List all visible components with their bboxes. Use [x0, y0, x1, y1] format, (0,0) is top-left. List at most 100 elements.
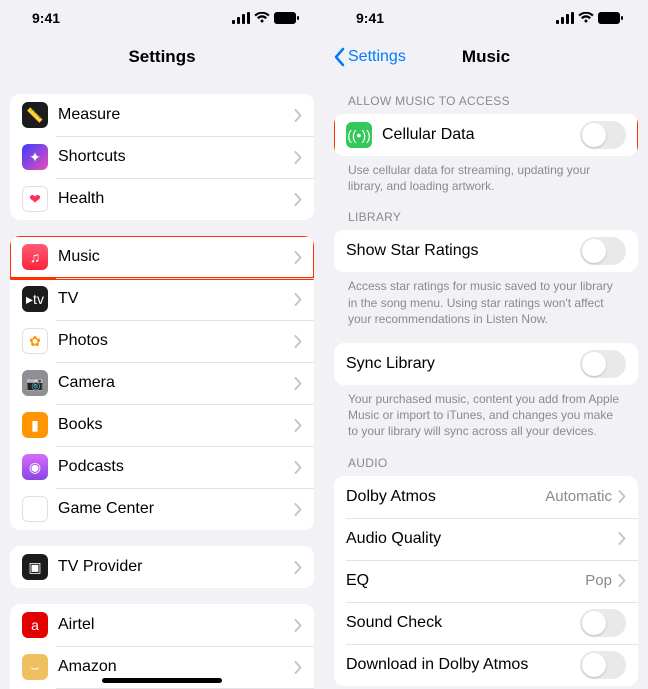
section-header: LIBRARY — [334, 210, 638, 230]
settings-row-camera[interactable]: 📷Camera — [10, 362, 314, 404]
settings-row-tvprovider[interactable]: ▣ TV Provider — [10, 546, 314, 588]
row-label: Health — [58, 190, 294, 208]
toggle-switch[interactable] — [580, 609, 626, 637]
shortcuts-icon: ✦ — [22, 144, 48, 170]
health-icon: ❤︎ — [22, 186, 48, 212]
chevron-right-icon — [294, 193, 302, 206]
row-label: Cellular Data — [382, 126, 580, 144]
status-indicators — [556, 12, 624, 24]
chevron-right-icon — [294, 251, 302, 264]
navbar-settings: Settings — [0, 36, 324, 78]
status-time: 9:41 — [356, 10, 384, 26]
chevron-right-icon — [618, 490, 626, 503]
battery-icon — [274, 12, 300, 24]
music-row-dolby[interactable]: Dolby AtmosAutomatic — [334, 476, 638, 518]
measure-icon: 📏 — [22, 102, 48, 128]
phone-settings: 9:41 Settings 📏 Measure ✦ Shortcuts ❤︎ Health… — [0, 0, 324, 689]
music-row-sc[interactable]: Sound Check — [334, 602, 638, 644]
chevron-left-icon — [332, 47, 346, 67]
row-label: Dolby Atmos — [346, 488, 545, 506]
settings-row-books[interactable]: ▮Books — [10, 404, 314, 446]
row-label: TV — [58, 290, 294, 308]
toggle-switch[interactable] — [580, 350, 626, 378]
tvprovider-icon: ▣ — [22, 554, 48, 580]
settings-row-podcasts[interactable]: ◉ Podcasts — [10, 446, 314, 488]
amazon-icon: ⌣ — [22, 654, 48, 680]
navbar-music: Settings Music — [324, 36, 648, 78]
row-label: Airtel — [58, 616, 294, 634]
section-footer: Your purchased music, content you add fr… — [334, 385, 638, 440]
row-label: Sound Check — [346, 614, 580, 632]
back-label: Settings — [348, 48, 406, 66]
music-row-star[interactable]: Show Star Ratings — [334, 230, 638, 272]
music-row-aq[interactable]: Audio Quality — [334, 518, 638, 560]
status-time: 9:41 — [32, 10, 60, 26]
row-label: Measure — [58, 106, 294, 124]
status-bar: 9:41 — [0, 0, 324, 36]
toggle-switch[interactable] — [580, 237, 626, 265]
settings-row-music[interactable]: ♫Music — [10, 236, 314, 278]
chevron-right-icon — [294, 661, 302, 674]
row-label: Amazon — [58, 658, 294, 676]
wifi-icon — [254, 12, 270, 24]
music-row-eq[interactable]: EQPop — [334, 560, 638, 602]
row-label: Game Center — [58, 500, 294, 518]
row-label: Sync Library — [346, 355, 580, 373]
signal-icon — [556, 12, 574, 24]
settings-list[interactable]: 📏 Measure ✦ Shortcuts ❤︎ Health ♫Music ▸tv TV ✿ Ph… — [0, 78, 324, 689]
section-header: ALLOW MUSIC TO ACCESS — [334, 94, 638, 114]
chevron-right-icon — [294, 109, 302, 122]
music-row-dlatmos[interactable]: Download in Dolby Atmos — [334, 644, 638, 686]
chevron-right-icon — [294, 419, 302, 432]
page-title: Music — [462, 47, 510, 67]
row-label: Shortcuts — [58, 148, 294, 166]
battery-icon — [598, 12, 624, 24]
section-header: AUDIO — [334, 456, 638, 476]
status-indicators — [232, 12, 300, 24]
chevron-right-icon — [294, 503, 302, 516]
home-indicator — [102, 678, 222, 683]
music-row-sync[interactable]: Sync Library — [334, 343, 638, 385]
toggle-switch[interactable] — [580, 651, 626, 679]
row-label: Show Star Ratings — [346, 242, 580, 260]
row-label: Download in Dolby Atmos — [346, 656, 580, 674]
chevron-right-icon — [294, 619, 302, 632]
photos-icon: ✿ — [22, 328, 48, 354]
status-bar: 9:41 — [324, 0, 648, 36]
settings-row-photos[interactable]: ✿ Photos — [10, 320, 314, 362]
row-label: Camera — [58, 374, 294, 392]
settings-row-tv[interactable]: ▸tv TV — [10, 278, 314, 320]
phone-music-settings: 9:41 Settings Music ALLOW MUSIC TO ACCES… — [324, 0, 648, 689]
signal-icon — [232, 12, 250, 24]
row-value: Pop — [585, 572, 612, 589]
settings-row-health[interactable]: ❤︎ Health — [10, 178, 314, 220]
chevron-right-icon — [294, 377, 302, 390]
tv-icon: ▸tv — [22, 286, 48, 312]
settings-row-shortcuts[interactable]: ✦ Shortcuts — [10, 136, 314, 178]
row-label: Audio Quality — [346, 530, 618, 548]
row-label: TV Provider — [58, 558, 294, 576]
row-label: Photos — [58, 332, 294, 350]
row-value: Automatic — [545, 488, 612, 505]
music-settings-list[interactable]: ALLOW MUSIC TO ACCESS((•))Cellular DataU… — [324, 78, 648, 689]
back-button[interactable]: Settings — [332, 47, 406, 67]
page-title: Settings — [128, 47, 195, 67]
row-label: EQ — [346, 572, 585, 590]
chevron-right-icon — [294, 461, 302, 474]
wifi-icon — [578, 12, 594, 24]
music-row-cellular[interactable]: ((•)) Cellular Data — [334, 114, 638, 156]
chevron-right-icon — [294, 561, 302, 574]
chevron-right-icon — [294, 335, 302, 348]
settings-row-measure[interactable]: 📏 Measure — [10, 94, 314, 136]
row-label: Podcasts — [58, 458, 294, 476]
settings-row-airtel[interactable]: a Airtel — [10, 604, 314, 646]
airtel-icon: a — [22, 612, 48, 638]
cellular-icon: ((•)) — [346, 122, 372, 148]
podcasts-icon: ◉ — [22, 454, 48, 480]
settings-row-gamecenter[interactable]: ⚈ Game Center — [10, 488, 314, 530]
chevron-right-icon — [294, 293, 302, 306]
books-icon: ▮ — [22, 412, 48, 438]
toggle-switch[interactable] — [580, 121, 626, 149]
row-label: Music — [58, 248, 294, 266]
gamecenter-icon: ⚈ — [22, 496, 48, 522]
